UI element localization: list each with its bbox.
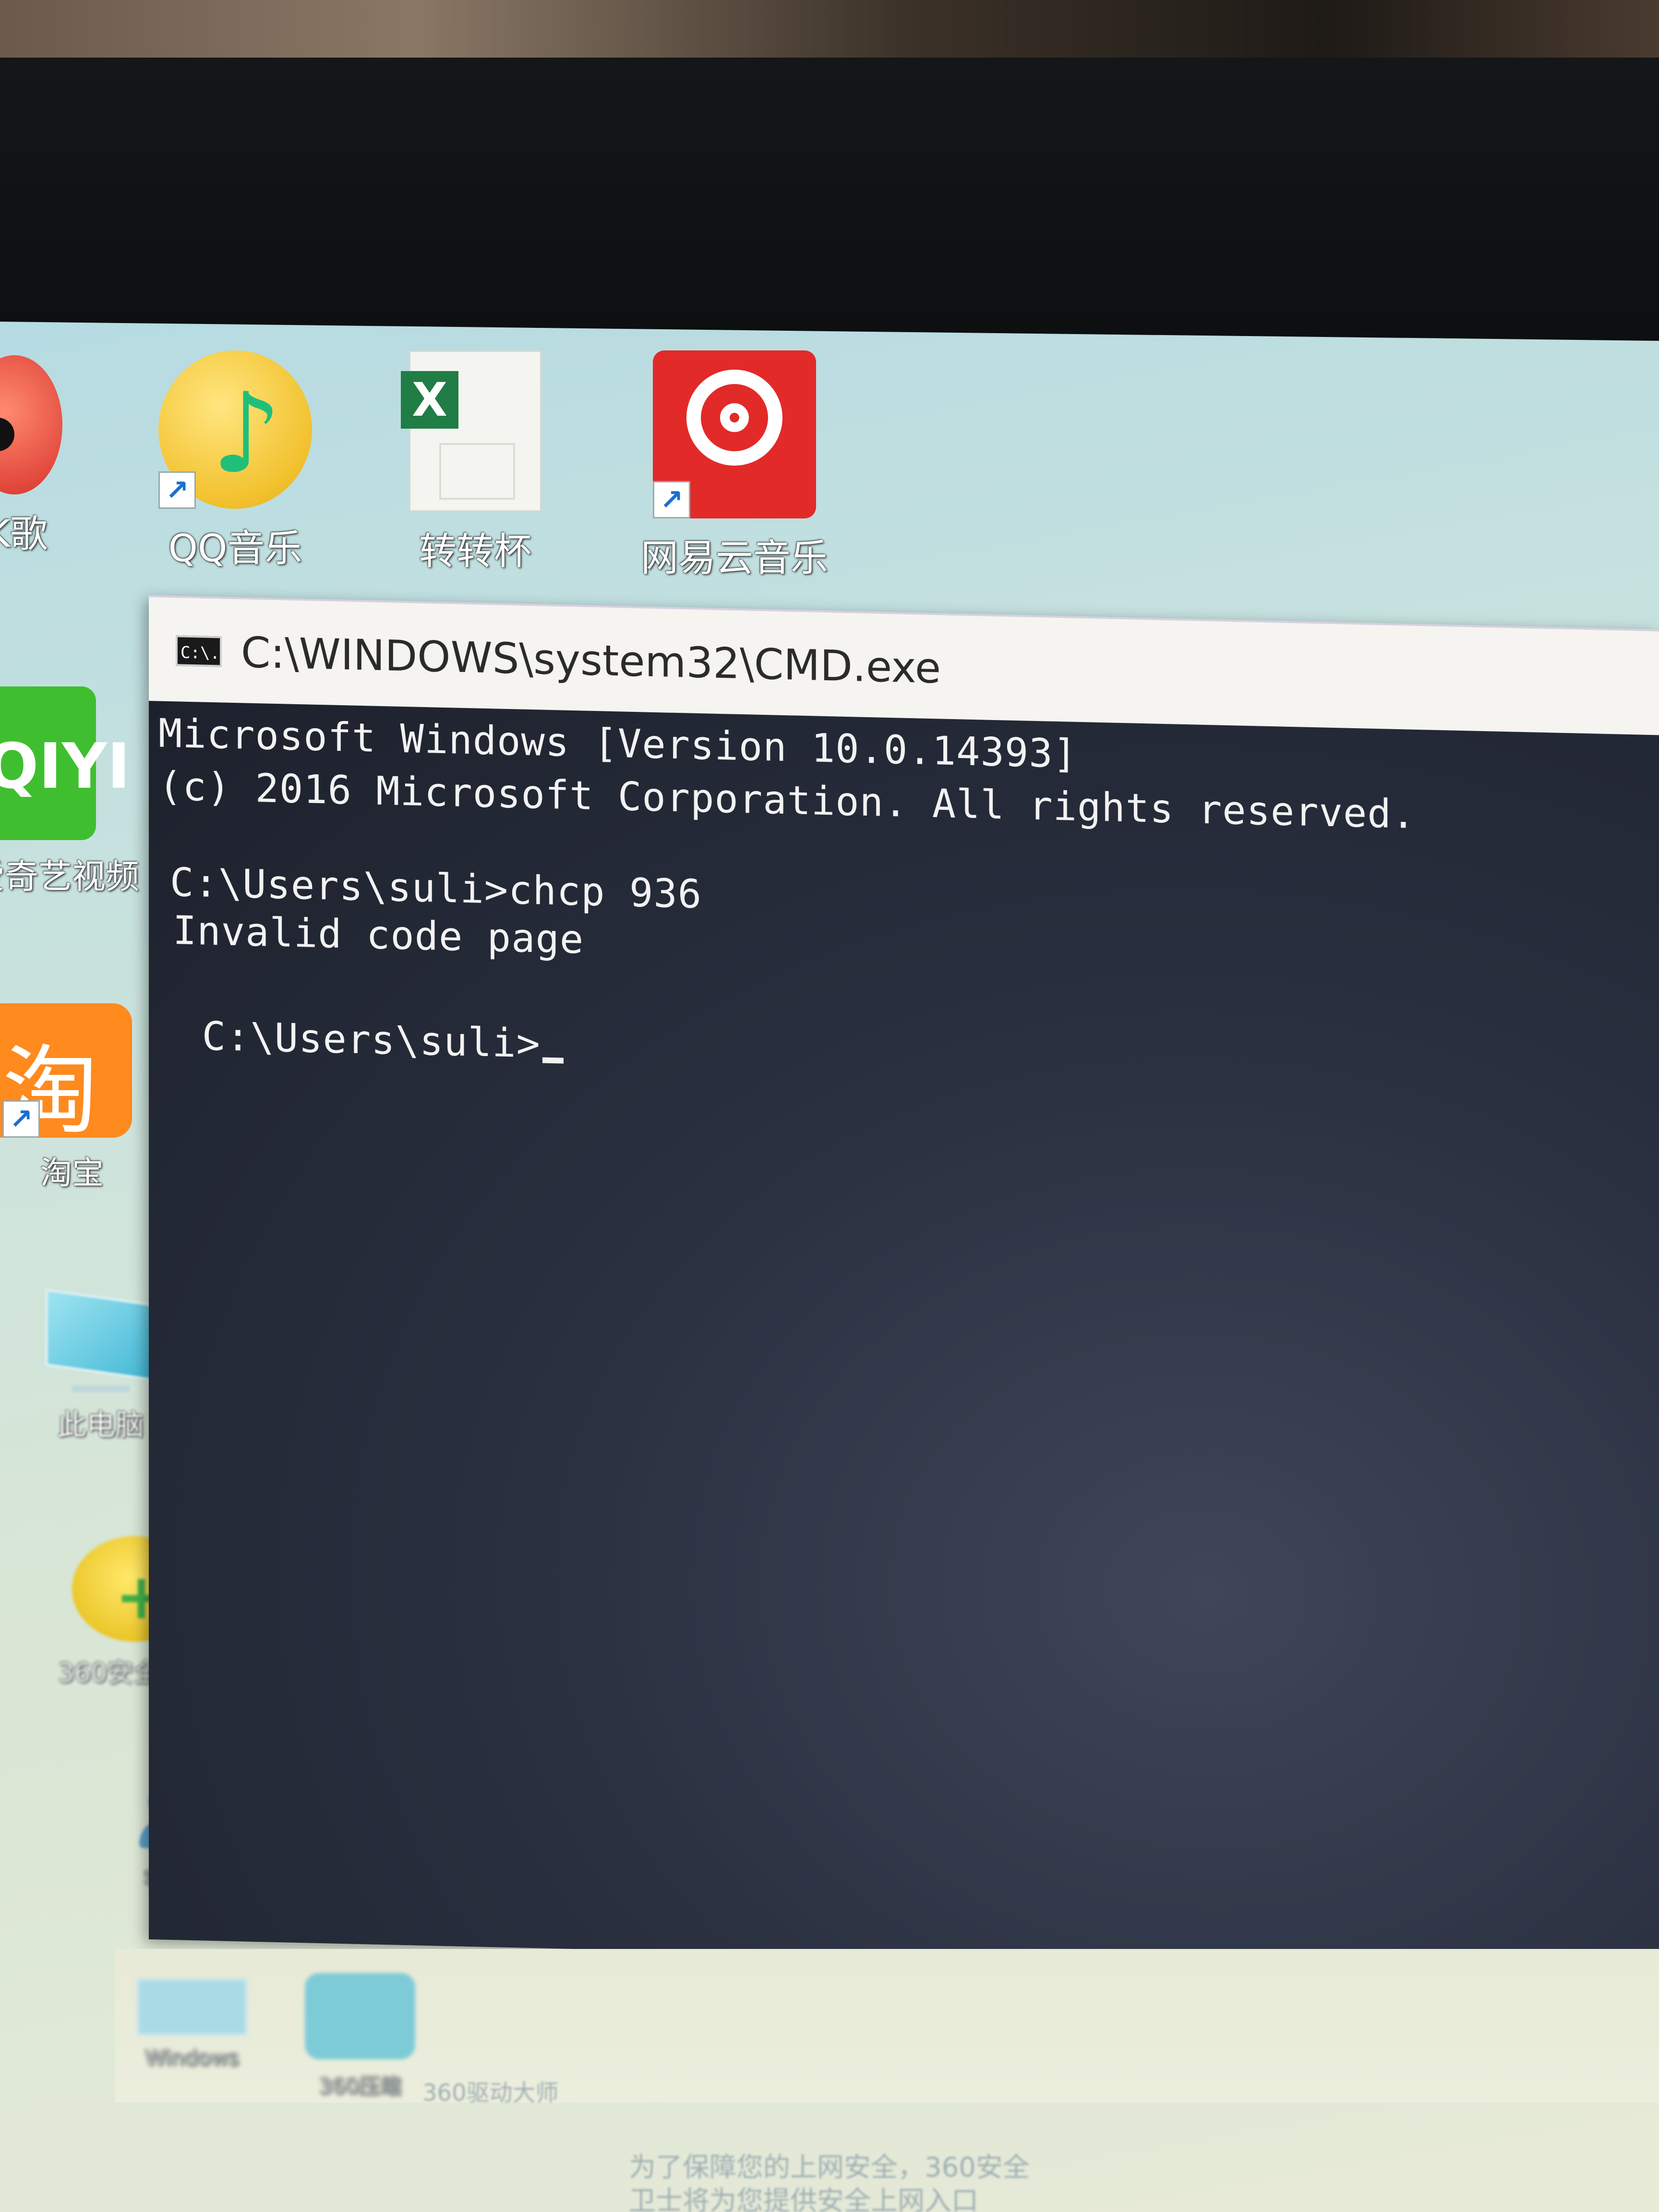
laptop-bezel [0, 58, 1659, 365]
iqiyi-icon: QIYI [0, 686, 130, 840]
desktop-icon-label-360-driver[interactable]: 360驱动大师 [422, 2074, 559, 2107]
shortcut-arrow-icon: ↗ [653, 481, 690, 518]
desktop-icon-taobao[interactable]: 淘 ↗ 淘宝 [0, 1003, 134, 1193]
desktop-icon-label: 网易云音乐 [640, 537, 828, 580]
desktop-icon-label: 转转杯 [419, 530, 531, 573]
window-title: C:\WINDOWS\system32\CMD.exe [241, 627, 941, 693]
cmd-console-output[interactable]: Microsoft Windows [Version 10.0.14393] (… [149, 701, 1659, 1974]
security-notice-line-2: 卫士将为您提供安全上网入口 [629, 2186, 978, 2212]
netease-music-icon: ↗ [653, 350, 816, 518]
console-prompt: C:\Users\suli> [202, 1013, 541, 1067]
desktop-icon-label: 淘宝 [40, 1154, 104, 1191]
console-line: Invalid code page [173, 908, 584, 963]
cmd-window[interactable]: C:\. C:\WINDOWS\system32\CMD.exe Microso… [149, 595, 1659, 1974]
desktop-icon-label: Windows [144, 2046, 240, 2070]
qq-music-icon: ♪ ↗ [158, 350, 312, 509]
desktop-icon-kge[interactable]: K歌 [0, 355, 82, 558]
taobao-icon: 淘 ↗ [0, 1003, 132, 1147]
console-line: (c) 2016 Microsoft Corporation. All righ… [158, 763, 1416, 838]
windows-screen-icon [136, 1978, 248, 2036]
excel-file-icon: X [401, 350, 541, 512]
360-compress-icon [305, 1973, 415, 2059]
music-note-icon: ♪ [211, 370, 282, 498]
desktop-icon-netease-music[interactable]: ↗ 网易云音乐 [624, 350, 845, 582]
console-line: C:\Users\suli>chcp 936 [170, 859, 702, 918]
kge-app-icon [0, 355, 62, 494]
security-notice-line-1: 为了保障您的上网安全，360安全 [629, 2152, 1030, 2183]
shortcut-arrow-icon: ↗ [158, 471, 196, 509]
desktop-icon-qq-music[interactable]: ♪ ↗ QQ音乐 [144, 350, 326, 572]
desktop-icon-label: 爱奇艺视频 [0, 857, 139, 896]
desktop-icon-excel-file[interactable]: X 转转杯 [401, 350, 547, 575]
cmd-icon: C:\. [176, 635, 222, 667]
desktop-icon-iqiyi[interactable]: QIYI 爱奇艺视频 [0, 686, 139, 898]
photo-of-laptop-screen: K歌 ♪ ↗ QQ音乐 X 转转杯 ↗ 网易云音乐 QIYI 爱奇艺视频 淘 [0, 0, 1659, 2212]
desktop-icon-windows[interactable]: Windows [125, 1978, 259, 2070]
desktop-icon-label: 360压缩 [319, 2074, 401, 2099]
desktop-icon-label: K歌 [0, 513, 48, 556]
desktop-icon-360-compress[interactable]: 360压缩 [298, 1973, 422, 2100]
desktop-icon-label: QQ音乐 [168, 527, 302, 570]
text-cursor [542, 1057, 564, 1064]
computer-monitor-icon [45, 1288, 156, 1382]
shortcut-arrow-icon: ↗ [2, 1100, 40, 1138]
console-prompt-line[interactable]: C:\Users\suli> [182, 1004, 564, 1077]
excel-x-icon: X [401, 371, 458, 429]
